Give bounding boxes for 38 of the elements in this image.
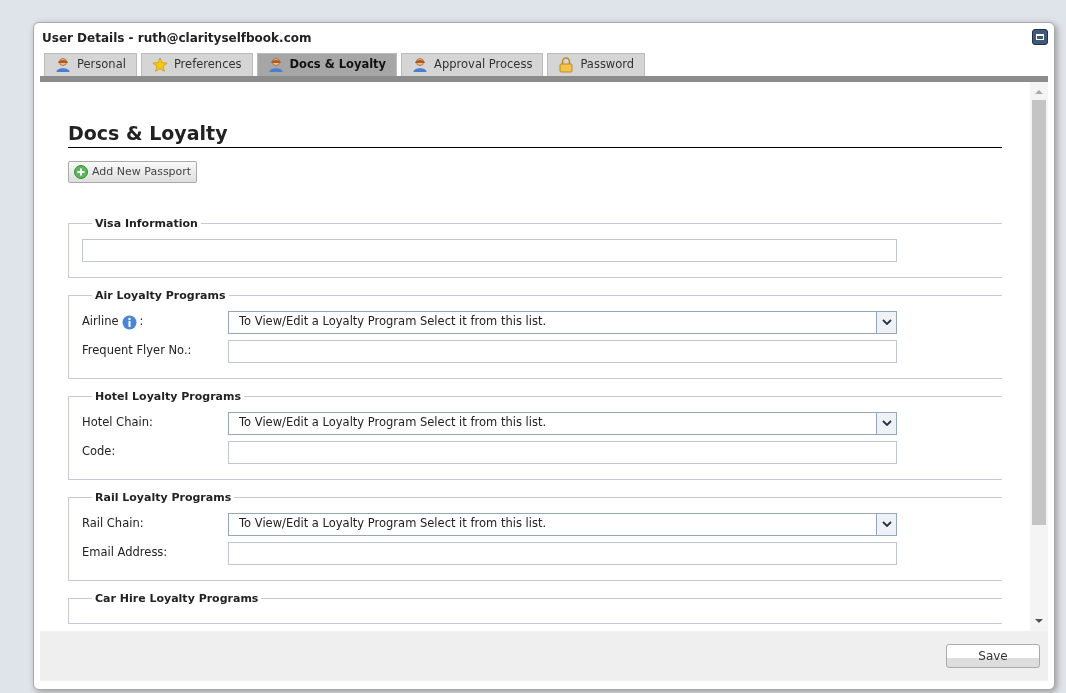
tab[interactable]: Preferences: [140, 53, 253, 76]
section-legend: Visa Information: [92, 217, 201, 229]
maximize-icon[interactable]: [1032, 29, 1048, 45]
field-label: Code:: [82, 443, 116, 461]
section-legend: Air Loyalty Programs: [92, 289, 229, 301]
tab[interactable]: Docs & Loyalty: [256, 53, 398, 76]
field-label: Rail Chain:: [82, 515, 144, 533]
person-icon: [267, 57, 284, 73]
scroll-down-icon[interactable]: [1034, 617, 1044, 625]
scrollbar-thumb[interactable]: [1032, 100, 1046, 525]
section-legend: Hotel Loyalty Programs: [92, 390, 245, 402]
field-label: Airline: [82, 313, 119, 331]
window-title: User Details - ruth@clarityselfbook.com: [41, 30, 312, 47]
dropdown-icon: [881, 521, 892, 528]
dropdown-icon: [881, 319, 892, 326]
plus-icon: [74, 165, 88, 180]
select-field[interactable]: To View/Edit a Loyalty Program Select it from this list.: [228, 411, 897, 435]
select-field[interactable]: To View/Edit a Loyalty Program Select it from this list.: [228, 310, 897, 334]
scroll-up-icon[interactable]: [1034, 88, 1044, 96]
lock-icon: [558, 57, 575, 73]
field-label: Email Address:: [82, 544, 168, 562]
dropdown-icon: [881, 420, 892, 427]
field-label: Frequent Flyer No.:: [82, 342, 192, 360]
select-field[interactable]: To View/Edit a Loyalty Program Select it from this list.: [228, 512, 897, 536]
tab[interactable]: Password: [547, 53, 646, 76]
add-passport-button[interactable]: Add New Passport: [68, 160, 198, 184]
label-colon: :: [139, 313, 144, 331]
person-icon: [55, 57, 71, 73]
star-icon: [151, 57, 168, 73]
section-legend: Car Hire Loyalty Programs: [92, 592, 262, 604]
tab[interactable]: Personal: [44, 53, 137, 76]
save-button[interactable]: Save: [946, 644, 1040, 668]
info-icon[interactable]: [121, 314, 137, 330]
person-icon: [412, 57, 429, 73]
tab[interactable]: Approval Process: [401, 53, 544, 76]
section-heading: Docs & Loyalty: [68, 122, 1002, 148]
section-legend: Rail Loyalty Programs: [92, 491, 235, 503]
field-label: Hotel Chain:: [82, 414, 153, 432]
